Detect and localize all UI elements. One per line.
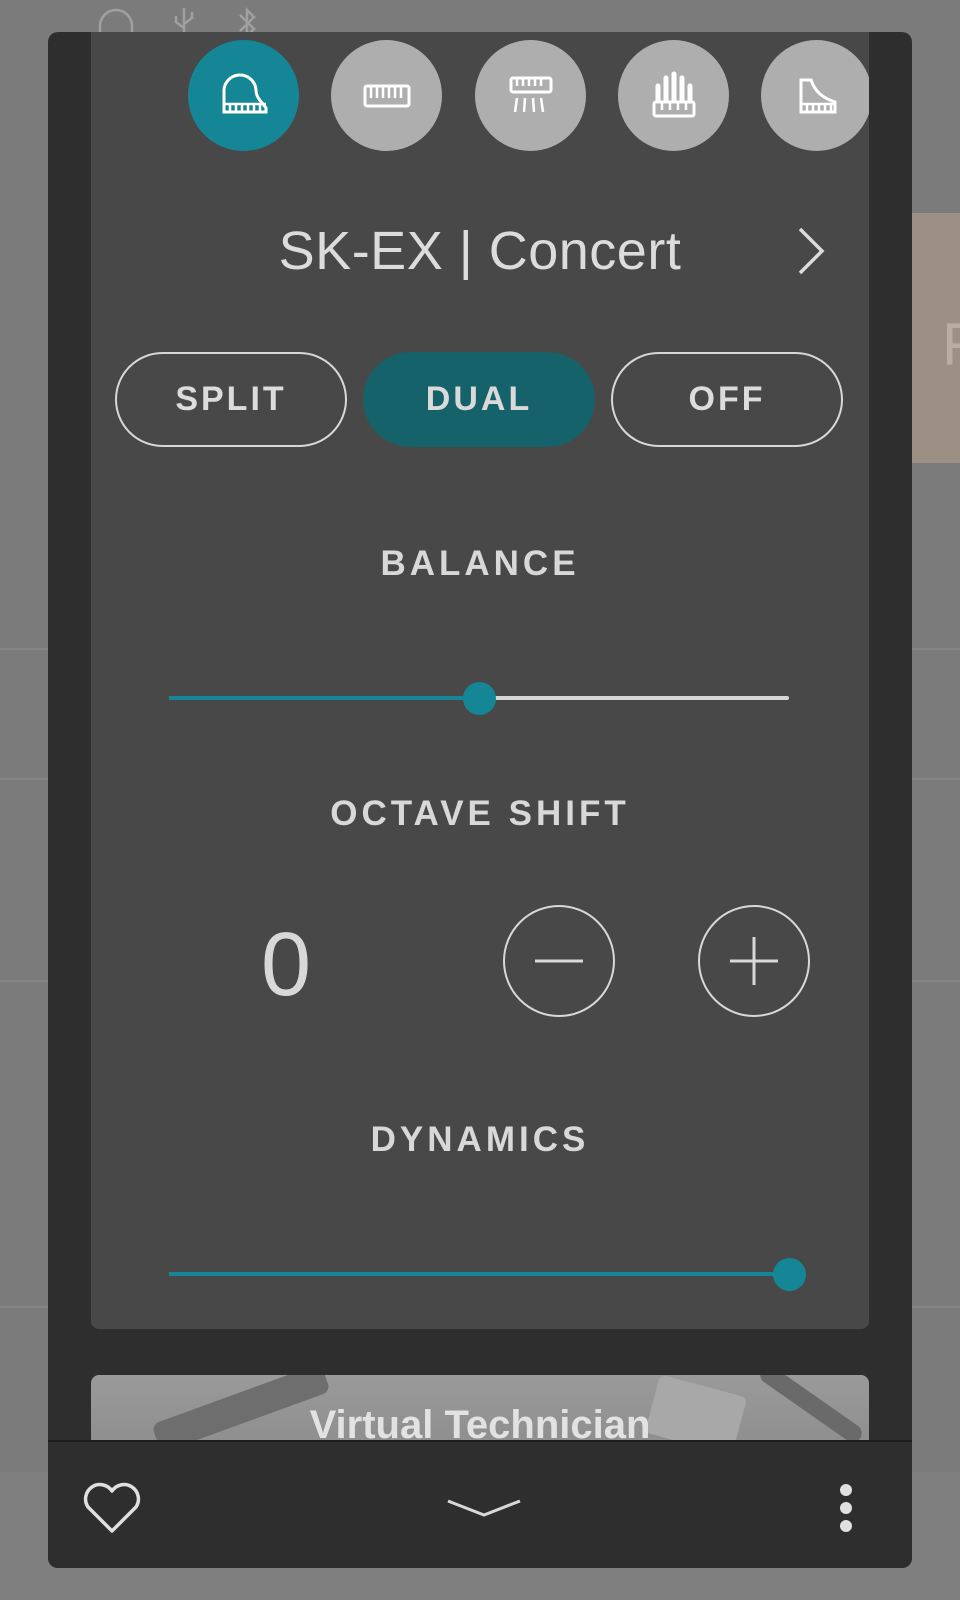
bottom-bar (48, 1440, 912, 1568)
sound-category-electric-piano[interactable] (331, 40, 442, 151)
octave-decrease-button[interactable] (503, 905, 615, 1017)
dynamics-label: DYNAMICS (370, 1120, 590, 1159)
mode-split-button[interactable]: SPLIT (115, 352, 347, 447)
balance-label: BALANCE (380, 544, 580, 583)
sound-category-row[interactable] (91, 40, 869, 152)
balance-slider[interactable] (169, 678, 789, 718)
sound-title: SK-EX | Concert (278, 221, 682, 281)
sound-category-grand-piano[interactable] (188, 40, 299, 151)
background-card-letter: F (942, 310, 960, 379)
slider-fill (169, 696, 479, 700)
harpsichord-icon (509, 76, 552, 112)
mode-off-button[interactable]: OFF (611, 352, 843, 447)
octave-shift-label: OCTAVE SHIFT (330, 794, 630, 833)
minus-icon (535, 959, 583, 963)
next-sound-button[interactable] (781, 212, 841, 292)
grand-piano-icon (221, 73, 267, 113)
more-options-button[interactable] (810, 1472, 882, 1544)
grand-piano-outline-icon (799, 78, 836, 113)
sound-title-row: SK-EX | Concert (91, 212, 869, 292)
octave-increase-button[interactable] (698, 905, 810, 1017)
electric-piano-icon (363, 84, 410, 107)
organ-icon (652, 71, 695, 117)
heart-icon (83, 1482, 141, 1533)
sound-category-harpsichord[interactable] (475, 40, 586, 151)
chevron-down-icon (447, 1499, 521, 1517)
favorite-button[interactable] (76, 1472, 148, 1544)
dynamics-slider[interactable] (169, 1254, 806, 1294)
mode-dual-button[interactable]: DUAL (363, 352, 595, 447)
sound-category-organ[interactable] (618, 40, 729, 151)
slider-thumb[interactable] (463, 682, 496, 715)
octave-shift-value: 0 (260, 915, 312, 1015)
slider-thumb[interactable] (773, 1258, 806, 1291)
dual-settings-panel: SK-EX | Concert SPLIT DUAL OFF BALANCE O… (91, 32, 869, 1329)
sound-settings-modal: SK-EX | Concert SPLIT DUAL OFF BALANCE O… (48, 32, 912, 1568)
collapse-button[interactable] (444, 1472, 524, 1544)
more-vertical-icon (840, 1484, 852, 1532)
plus-icon (730, 937, 778, 985)
sound-category-grand-piano-alt[interactable] (761, 40, 869, 151)
slider-fill (169, 1272, 789, 1276)
chevron-right-icon (798, 227, 825, 275)
